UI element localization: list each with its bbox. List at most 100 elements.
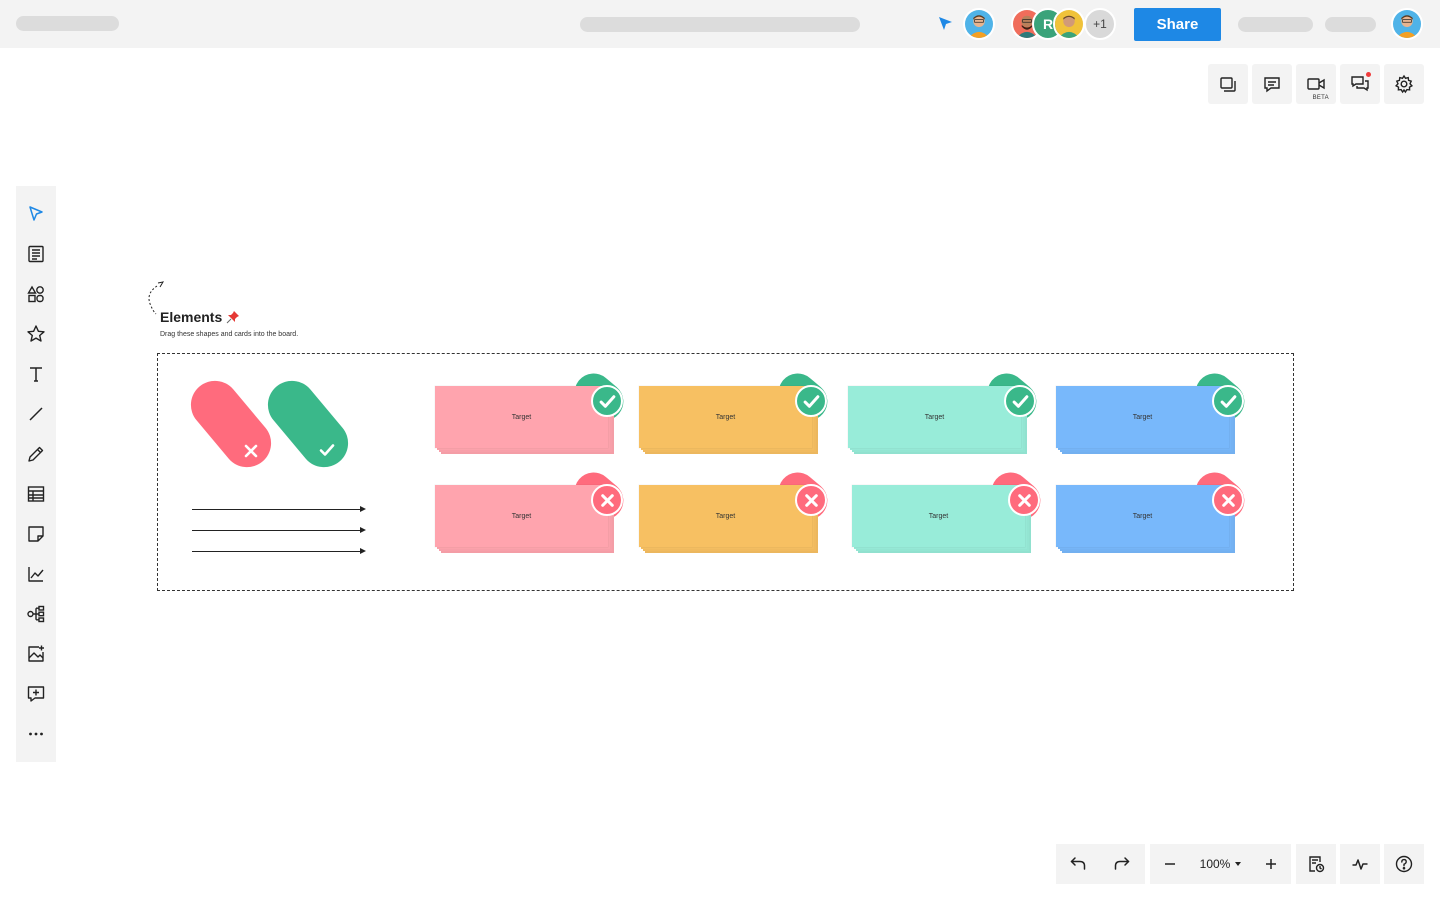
target-card[interactable]: Target [848, 365, 1045, 456]
collaborator-avatar-3[interactable] [1053, 8, 1085, 40]
mindmap-tool[interactable] [16, 594, 56, 634]
select-cursor-icon [29, 206, 43, 221]
zoom-level-dropdown[interactable]: 100% [1190, 857, 1252, 871]
arrow-connector-3[interactable] [192, 548, 366, 554]
card-label: Target [715, 512, 736, 520]
zoom-out-button[interactable] [1150, 844, 1190, 884]
card-label: Target [928, 512, 949, 520]
check-icon [313, 436, 341, 464]
frame-title[interactable]: Elements [160, 309, 240, 325]
more-icon [29, 732, 43, 736]
table-tool[interactable] [16, 474, 56, 514]
target-card[interactable]: Target [435, 464, 632, 555]
check-icon [591, 385, 623, 417]
frame-title-text: Elements [160, 309, 223, 325]
cross-icon [1008, 484, 1040, 516]
activity-button[interactable] [1340, 844, 1380, 884]
more-collaborators-badge[interactable]: +1 [1084, 8, 1116, 40]
left-toolbar [16, 186, 56, 762]
menu-placeholder-1[interactable] [1238, 17, 1313, 32]
target-card[interactable]: Target [639, 365, 836, 456]
redo-icon [1114, 857, 1130, 870]
image-tool[interactable] [16, 634, 56, 674]
check-icon [1212, 385, 1244, 417]
zoom-in-button[interactable] [1251, 844, 1291, 884]
undo-icon [1070, 857, 1086, 870]
card-label: Target [1132, 512, 1153, 520]
target-card[interactable]: Target [1056, 464, 1253, 555]
pencil-icon [28, 446, 44, 462]
chevron-down-icon [1235, 862, 1242, 866]
history-controls [1056, 844, 1145, 884]
arrow-connector-2[interactable] [192, 527, 366, 533]
sticky-note-tool[interactable] [16, 514, 56, 554]
check-icon [795, 385, 827, 417]
card-label: Target [715, 413, 736, 421]
gear-icon [1394, 74, 1414, 94]
chat-icon [1351, 76, 1369, 92]
arrow-connector-1[interactable] [192, 506, 366, 512]
comment-icon [1264, 77, 1280, 93]
pin-icon [226, 311, 240, 324]
menu-placeholder-2[interactable] [1325, 17, 1376, 32]
board-title-placeholder[interactable] [580, 17, 860, 32]
template-icon [28, 245, 44, 263]
select-tool[interactable] [16, 194, 56, 234]
line-tool[interactable] [16, 394, 56, 434]
video-button[interactable]: BETA [1296, 64, 1336, 104]
target-card[interactable]: Target [852, 464, 1049, 555]
card-label: Target [511, 413, 532, 421]
text-icon [30, 367, 42, 382]
frames-icon [1220, 77, 1236, 92]
version-history-icon [1309, 856, 1325, 873]
help-icon [1395, 855, 1413, 873]
help-group [1384, 844, 1424, 884]
comments-button[interactable] [1252, 64, 1292, 104]
history-log-group [1296, 844, 1336, 884]
board-name-placeholder[interactable] [16, 16, 119, 31]
star-icon [27, 325, 45, 342]
check-icon [1004, 385, 1036, 417]
zoom-controls: 100% [1150, 844, 1291, 884]
target-card[interactable]: Target [435, 365, 632, 456]
card-label: Target [511, 512, 532, 520]
chat-button[interactable] [1340, 64, 1380, 104]
line-icon [29, 407, 43, 421]
redo-button[interactable] [1100, 844, 1144, 884]
target-card[interactable]: Target [639, 464, 836, 555]
video-icon [1307, 78, 1325, 90]
target-card[interactable]: Target [1056, 365, 1253, 456]
chart-tool[interactable] [16, 554, 56, 594]
share-button[interactable]: Share [1134, 8, 1221, 41]
templates-tool[interactable] [16, 234, 56, 274]
beta-badge: BETA [1312, 95, 1329, 101]
activity-icon [1352, 859, 1368, 870]
activity-group [1340, 844, 1380, 884]
help-button[interactable] [1384, 844, 1424, 884]
text-tool[interactable] [16, 354, 56, 394]
shapes-tool[interactable] [16, 274, 56, 314]
add-comment-icon [27, 686, 45, 702]
card-label: Target [1132, 413, 1153, 421]
table-icon [27, 486, 45, 502]
stickers-tool[interactable] [16, 314, 56, 354]
notification-dot [1366, 72, 1371, 77]
cross-icon [237, 437, 265, 465]
collaborator-cursor-icon [939, 17, 952, 30]
zoom-level: 100% [1199, 857, 1231, 871]
chart-icon [28, 567, 44, 582]
add-comment-tool[interactable] [16, 674, 56, 714]
image-icon [28, 645, 44, 662]
mindmap-icon [27, 605, 45, 623]
pencil-tool[interactable] [16, 434, 56, 474]
settings-button[interactable] [1384, 64, 1424, 104]
undo-button[interactable] [1056, 844, 1100, 884]
frame-subtitle: Drag these shapes and cards into the boa… [160, 331, 299, 338]
current-user-avatar[interactable] [963, 8, 995, 40]
plus-icon [1266, 859, 1277, 869]
frames-button[interactable] [1208, 64, 1248, 104]
more-tools-button[interactable] [16, 714, 56, 754]
profile-avatar[interactable] [1391, 8, 1423, 40]
cross-icon [591, 484, 623, 516]
version-history-button[interactable] [1296, 844, 1336, 884]
